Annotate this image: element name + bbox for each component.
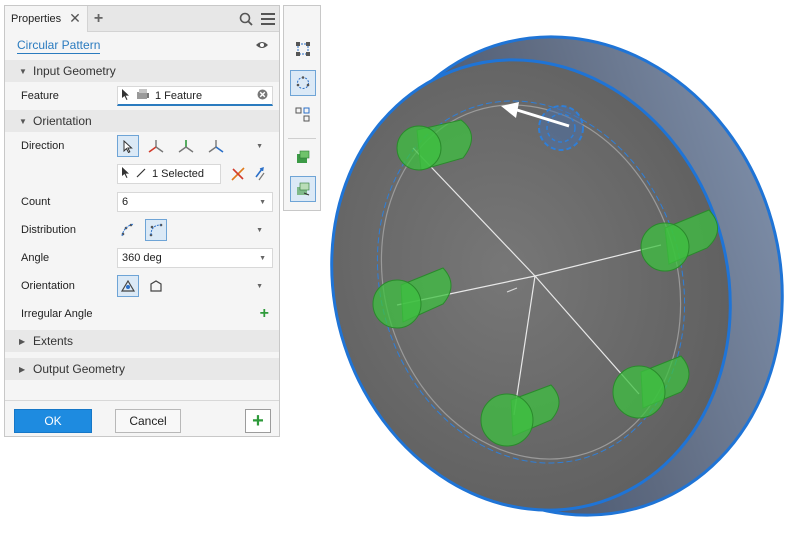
angle-label: Angle (21, 252, 50, 264)
rotational-icon (120, 279, 136, 292)
clear-icon (231, 167, 245, 181)
feature-icon (136, 88, 150, 103)
count-label: Count (21, 196, 51, 208)
section-label: Input Geometry (33, 64, 116, 78)
ok-button[interactable]: OK (14, 409, 92, 433)
search-icon[interactable] (235, 6, 257, 32)
flip-button[interactable] (249, 163, 271, 185)
circular-pattern-button[interactable] (290, 70, 316, 96)
direction-label: Direction (21, 140, 65, 152)
cursor-icon (123, 139, 133, 153)
rectangular-pattern-button[interactable] (290, 36, 316, 62)
chevron-down-icon[interactable]: ▼ (259, 255, 266, 262)
sketch-pattern-button[interactable] (290, 102, 316, 128)
feature-selector[interactable]: 1 Feature (117, 86, 273, 106)
angle-value: 360 deg (122, 252, 162, 264)
direction-selection-row: 1 Selected (5, 160, 279, 188)
section-input-geometry[interactable]: ▼ Input Geometry (5, 60, 279, 82)
cursor-icon (122, 167, 130, 181)
distribution-fitted-button[interactable] (145, 219, 167, 241)
orientation-fixed-button[interactable] (145, 275, 167, 297)
mini-toolbar (283, 5, 321, 211)
tab-label: Properties (11, 12, 62, 25)
section-label: Output Geometry (33, 362, 126, 376)
section-output-geometry[interactable]: ▶ Output Geometry (5, 358, 279, 380)
pattern-solid-button[interactable] (290, 144, 316, 170)
caret-down-icon: ▼ (19, 66, 27, 76)
section-extents[interactable]: ▶ Extents (5, 330, 279, 352)
axis-icon (208, 140, 224, 153)
pattern-features-icon (297, 182, 310, 196)
distribution-row: Distribution ▼ (5, 216, 279, 244)
chevron-down-icon[interactable]: ▼ (256, 283, 263, 290)
clear-icon[interactable] (257, 89, 268, 103)
count-row: Count 6 ▼ (5, 188, 279, 216)
caret-down-icon: ▼ (19, 116, 27, 126)
caret-right-icon: ▶ (19, 336, 26, 346)
axis-icon (178, 140, 194, 153)
irregular-angle-row: Irregular Angle + (5, 300, 279, 328)
cancel-button[interactable]: Cancel (115, 409, 181, 433)
direction-select-button[interactable] (117, 135, 139, 157)
line-icon (136, 168, 146, 181)
section-orientation[interactable]: ▼ Orientation (5, 110, 279, 132)
add-tab-icon[interactable]: + (94, 10, 103, 28)
properties-panel: Properties ✕ + Circular Pattern ▼ Input … (4, 5, 280, 437)
close-icon[interactable]: ✕ (69, 10, 81, 27)
command-title: Circular Pattern (17, 38, 101, 54)
command-title-row: Circular Pattern (5, 32, 279, 60)
seed-feature[interactable] (538, 105, 584, 151)
panel-footer: OK Cancel + (5, 400, 279, 436)
clear-selection-button[interactable] (227, 163, 249, 185)
add-irregular-angle-button[interactable]: + (260, 305, 269, 323)
chevron-down-icon[interactable]: ▼ (256, 143, 263, 150)
x-axis-button[interactable] (145, 135, 167, 157)
chevron-down-icon[interactable]: ▼ (256, 227, 263, 234)
fitted-icon (149, 223, 163, 237)
caret-right-icon: ▶ (19, 364, 26, 374)
toolbar-separator (288, 138, 316, 139)
pattern-solid-icon (297, 150, 310, 163)
chevron-down-icon[interactable]: ▼ (259, 199, 266, 206)
eye-icon[interactable] (255, 40, 269, 53)
rectangular-pattern-icon (296, 42, 310, 56)
axis-icon (148, 140, 164, 153)
section-label: Orientation (33, 114, 92, 128)
panel-tabbar: Properties ✕ + (5, 5, 279, 32)
pattern-features-button[interactable] (290, 176, 316, 202)
circular-pattern-icon (296, 76, 310, 89)
z-axis-button[interactable] (205, 135, 227, 157)
feature-value: 1 Feature (155, 89, 203, 102)
feature-label: Feature (21, 90, 59, 102)
cursor-icon (122, 88, 130, 103)
apply-plus-button[interactable]: + (245, 409, 271, 433)
direction-selector[interactable]: 1 Selected (117, 164, 221, 184)
tab-properties[interactable]: Properties ✕ (5, 5, 88, 32)
incremental-icon (121, 223, 135, 237)
orientation-label: Orientation (21, 280, 75, 292)
angle-input[interactable]: 360 deg ▼ (117, 248, 273, 268)
model-viewport[interactable] (321, 0, 800, 550)
distribution-incremental-button[interactable] (117, 219, 139, 241)
y-axis-button[interactable] (175, 135, 197, 157)
flip-icon (255, 166, 265, 181)
disc-face[interactable] (321, 8, 788, 550)
orientation-rotational-button[interactable] (117, 275, 139, 297)
orientation-row: Orientation ▼ (5, 272, 279, 300)
direction-row: Direction ▼ (5, 132, 279, 160)
count-input[interactable]: 6 ▼ (117, 192, 273, 212)
sketch-pattern-icon (295, 107, 310, 122)
menu-icon[interactable] (257, 6, 279, 32)
feature-row: Feature 1 Feature (5, 82, 279, 110)
irregular-angle-label: Irregular Angle (21, 308, 93, 320)
direction-selection: 1 Selected (152, 168, 204, 180)
fixed-icon (150, 280, 162, 292)
count-value: 6 (122, 196, 129, 208)
angle-row: Angle 360 deg ▼ (5, 244, 279, 272)
distribution-label: Distribution (21, 224, 77, 236)
section-label: Extents (33, 334, 74, 348)
